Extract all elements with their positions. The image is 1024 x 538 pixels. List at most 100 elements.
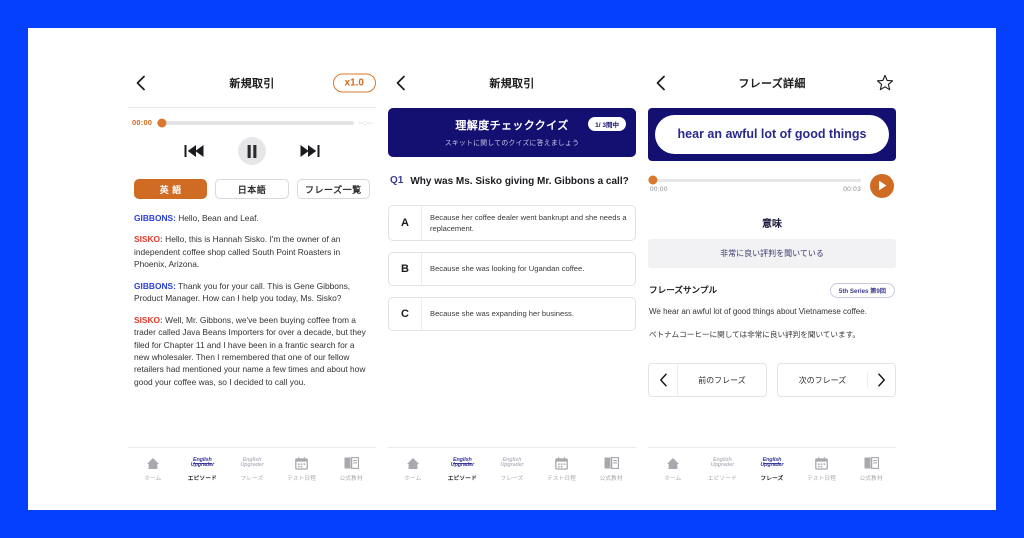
segment-phrase-list[interactable]: フレーズ一覧 — [296, 179, 370, 199]
seek-thumb[interactable] — [157, 118, 167, 127]
home-icon — [406, 455, 420, 471]
tab-label: ホーム — [664, 476, 682, 482]
english-upgrader-icon: English Upgrader — [240, 456, 264, 468]
series-badge[interactable]: 5th Series 第9回 — [829, 282, 895, 298]
skip-forward-icon[interactable] — [300, 144, 320, 158]
answer-choice-c[interactable]: C Because she was expanding her business… — [388, 296, 636, 331]
phrase-seek-slider[interactable] — [648, 175, 861, 185]
page-title: 新規取引 — [229, 78, 275, 90]
tab-label: 公式教材 — [599, 476, 623, 482]
speaker-name: SISKO: — [134, 314, 163, 325]
choice-letter: B — [389, 252, 422, 285]
question-text: Why was Ms. Sisko giving Mr. Gibbons a c… — [410, 176, 629, 187]
sidebar-item-test-schedule[interactable]: テスト日程 — [537, 455, 587, 482]
sample-header: フレーズサンプル 5th Series 第9回 — [648, 282, 896, 298]
book-icon — [344, 455, 359, 471]
sidebar-item-home[interactable]: ホーム — [648, 455, 698, 482]
sidebar-item-official-materials[interactable]: 公式教材 — [846, 455, 896, 482]
tab-label: 公式教材 — [339, 476, 363, 482]
player-header: 新規取引 x1.0 — [128, 68, 376, 98]
sample-english: We hear an awful lot of good things abou… — [649, 306, 867, 316]
star-outline-icon[interactable] — [876, 74, 894, 92]
phrase-progress-wrap: 00:00 00:03 — [648, 175, 861, 193]
sidebar-item-phrase[interactable]: English Upgrader フレーズ — [227, 455, 277, 482]
tab-label: 公式教材 — [859, 476, 883, 482]
pause-icon — [247, 144, 257, 158]
speaker-name: GIBBONS: — [134, 213, 176, 223]
calendar-icon — [815, 455, 828, 471]
page-title: 新規取引 — [489, 78, 535, 90]
transport-controls — [132, 137, 372, 165]
chevron-left-icon[interactable] — [652, 75, 668, 91]
screen-episode-player: 新規取引 x1.0 00:00 --:-- 英 語 日本語 フレーズ一覧 GIB… — [128, 28, 376, 510]
english-upgrader-icon: English Upgrader — [710, 456, 734, 468]
seek-slider[interactable] — [157, 118, 354, 127]
sidebar-item-official-materials[interactable]: 公式教材 — [326, 455, 376, 482]
chevron-left-icon[interactable] — [392, 75, 408, 91]
sidebar-item-home[interactable]: ホーム — [388, 455, 438, 482]
choice-text: Because she was expanding her business. — [430, 309, 574, 318]
transcript-line: SISKO: Well, Mr. Gibbons, we've been buy… — [134, 314, 370, 389]
current-time-label: 00:00 — [132, 118, 153, 127]
sidebar-item-episode[interactable]: English Upgrader エピソード — [698, 455, 748, 482]
current-time-label: 00:00 — [650, 185, 668, 193]
prev-phrase-button[interactable]: 前のフレーズ — [648, 363, 767, 398]
segment-english[interactable]: 英 語 — [134, 179, 208, 199]
screen-quiz: 新規取引 理解度チェッククイズ スキットに関してのクイズに答えましょう 1/ 3… — [388, 28, 636, 510]
bottom-tab-bar: ホーム English Upgrader エピソード English Upgrade… — [648, 447, 896, 482]
sidebar-item-phrase[interactable]: English Upgrader フレーズ — [487, 455, 537, 482]
meaning-heading: 意味 — [762, 218, 782, 230]
audio-player: 00:00 --:-- 英 語 日本語 フレーズ一覧 GIBBONS: Hell… — [128, 108, 376, 388]
sidebar-item-test-schedule[interactable]: テスト日程 — [277, 455, 327, 482]
sidebar-item-test-schedule[interactable]: テスト日程 — [797, 455, 847, 482]
choice-letter: A — [389, 205, 422, 240]
tab-label: テスト日程 — [287, 476, 317, 482]
seek-thumb[interactable] — [648, 175, 658, 185]
next-phrase-button[interactable]: 次のフレーズ — [777, 363, 896, 398]
tab-label: エピソード — [707, 476, 737, 482]
answer-choice-a[interactable]: A Because her coffee dealer went bankrup… — [388, 204, 636, 241]
sidebar-item-episode[interactable]: English Upgrader エピソード — [438, 455, 488, 482]
sidebar-item-official-materials[interactable]: 公式教材 — [586, 455, 636, 482]
screens-container: 新規取引 x1.0 00:00 --:-- 英 語 日本語 フレーズ一覧 GIB… — [28, 28, 996, 510]
transcript-line: GIBBONS: Hello, Bean and Leaf. — [134, 212, 370, 224]
chevron-right-icon — [867, 373, 895, 388]
sidebar-item-episode[interactable]: English Upgrader エピソード — [178, 455, 228, 482]
speaker-text: Well, Mr. Gibbons, we've been buying cof… — [134, 314, 366, 387]
answer-choice-b[interactable]: B Because she was looking for Ugandan co… — [388, 251, 636, 286]
progress-row: 00:00 --:-- — [132, 118, 372, 127]
speaker-name: SISKO: — [134, 234, 163, 245]
page-title: フレーズ詳細 — [738, 78, 806, 90]
transcript: GIBBONS: Hello, Bean and Leaf. SISKO: He… — [132, 212, 372, 388]
english-upgrader-icon: English Upgrader — [450, 456, 474, 468]
skip-back-icon[interactable] — [184, 144, 204, 158]
tab-label: テスト日程 — [807, 476, 837, 482]
speaker-text: Hello, this is Hannah Sisko. I'm the own… — [134, 234, 341, 270]
sidebar-item-home[interactable]: ホーム — [128, 455, 178, 482]
choice-text: Because her coffee dealer went bankrupt … — [430, 212, 627, 233]
chevron-left-icon[interactable] — [132, 75, 148, 91]
playback-speed-button[interactable]: x1.0 — [332, 73, 376, 93]
phrase-audio-player: 00:00 00:03 — [648, 173, 896, 198]
book-icon — [604, 455, 619, 471]
home-icon — [146, 455, 160, 471]
tab-label: ホーム — [404, 476, 422, 482]
book-icon — [864, 455, 879, 471]
duration-label: 00:03 — [843, 185, 861, 193]
meaning-text: 非常に良い評判を聞いている — [648, 238, 896, 268]
english-upgrader-icon: English Upgrader — [190, 456, 214, 468]
play-button[interactable] — [870, 173, 894, 198]
choice-letter: C — [389, 297, 422, 330]
phrase-text: hear an awful lot of good things — [655, 115, 889, 154]
tab-label: ホーム — [144, 476, 162, 482]
sidebar-item-phrase[interactable]: English Upgrader フレーズ — [747, 455, 797, 482]
duration-label: --:-- — [358, 118, 372, 127]
question-number: Q1 — [390, 175, 404, 186]
pause-button[interactable] — [238, 137, 266, 165]
transcript-line: GIBBONS: Thank you for your call. This i… — [134, 280, 370, 305]
segment-japanese[interactable]: 日本語 — [215, 179, 289, 199]
bottom-tab-bar: ホーム English Upgrader エピソード English Upgrade… — [128, 447, 376, 482]
home-icon — [666, 455, 680, 471]
phrase-time-row: 00:00 00:03 — [650, 186, 861, 193]
sample-japanese: ベトナムコーヒーに関しては非常に良い評判を聞いています。 — [649, 329, 861, 339]
